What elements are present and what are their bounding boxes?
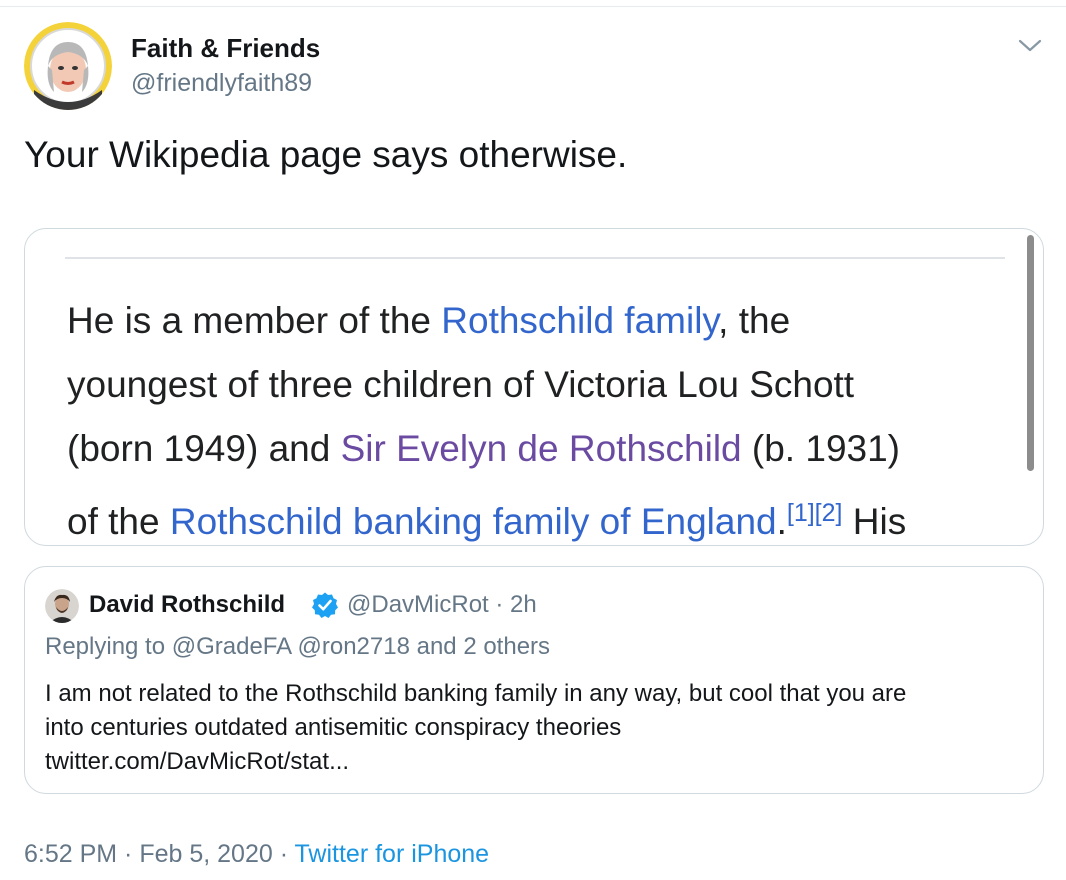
quoted-tweet-text: I am not related to the Rothschild banki… <box>45 677 1035 779</box>
wiki-link: Rothschild family <box>441 300 719 341</box>
wiki-excerpt: He is a member of the Rothschild family,… <box>67 289 1027 545</box>
chevron-down-icon <box>1018 39 1042 52</box>
quoted-author-name: David Rothschild <box>89 591 286 618</box>
tweet-source-link[interactable]: Twitter for iPhone <box>295 840 490 868</box>
replying-to-text: Replying to @GradeFA @ron2718 and 2 othe… <box>45 633 551 660</box>
wiki-text-segment: . <box>776 501 787 542</box>
wiki-text-segment: youngest of three children of Victoria L… <box>67 364 855 405</box>
author-display-name[interactable]: Faith & Friends <box>131 33 320 64</box>
wiki-text-segment: , the <box>718 300 791 341</box>
quoted-text-line: into centuries outdated antisemitic cons… <box>45 714 622 741</box>
avatar-photo-icon <box>45 589 79 623</box>
wiki-line: youngest of three children of Victoria L… <box>67 353 1027 417</box>
quoted-tweet[interactable]: David Rothschild @DavMicRot · 2h Replyin… <box>24 566 1044 794</box>
top-divider <box>0 0 1066 7</box>
tweet-timestamp[interactable]: 6:52 PM · Feb 5, 2020 · <box>24 840 295 868</box>
wiki-divider <box>65 257 1005 259</box>
wiki-visited-link: Sir Evelyn de Rothschild <box>340 428 742 469</box>
tweet-media-image[interactable]: He is a member of the Rothschild family,… <box>24 228 1044 546</box>
wiki-text-segment: of the <box>67 501 170 542</box>
author-handle[interactable]: @friendlyfaith89 <box>131 69 312 98</box>
wiki-scrollbar <box>1027 235 1034 471</box>
quoted-text-link: twitter.com/DavMicRot/stat... <box>45 748 350 775</box>
wiki-text-segment: (b. 1931) <box>741 428 900 469</box>
wiki-text-segment: He is a member of the <box>67 300 442 341</box>
verified-badge-icon <box>311 591 339 619</box>
avatar-illustration-icon <box>24 22 112 110</box>
wiki-citation: [1][2] <box>786 499 843 527</box>
wiki-text-segment: (born 1949) and <box>67 428 341 469</box>
quoted-author-avatar <box>45 589 79 623</box>
wiki-line: He is a member of the Rothschild family,… <box>67 289 1027 353</box>
quoted-text-line: I am not related to the Rothschild banki… <box>45 680 907 707</box>
tweet-footer: 6:52 PM · Feb 5, 2020 · Twitter for iPho… <box>24 840 489 869</box>
wiki-text-segment: His <box>842 501 907 542</box>
wiki-link: Rothschild banking family of England <box>169 501 777 542</box>
quoted-author-handle-time: @DavMicRot · 2h <box>347 591 537 618</box>
wiki-line: (born 1949) and Sir Evelyn de Rothschild… <box>67 417 1027 481</box>
tweet-text: Your Wikipedia page says otherwise. <box>24 134 628 175</box>
author-avatar[interactable] <box>24 22 112 110</box>
tweet-menu-button[interactable] <box>1016 34 1044 58</box>
wiki-line: of the Rothschild banking family of Engl… <box>67 481 1027 545</box>
